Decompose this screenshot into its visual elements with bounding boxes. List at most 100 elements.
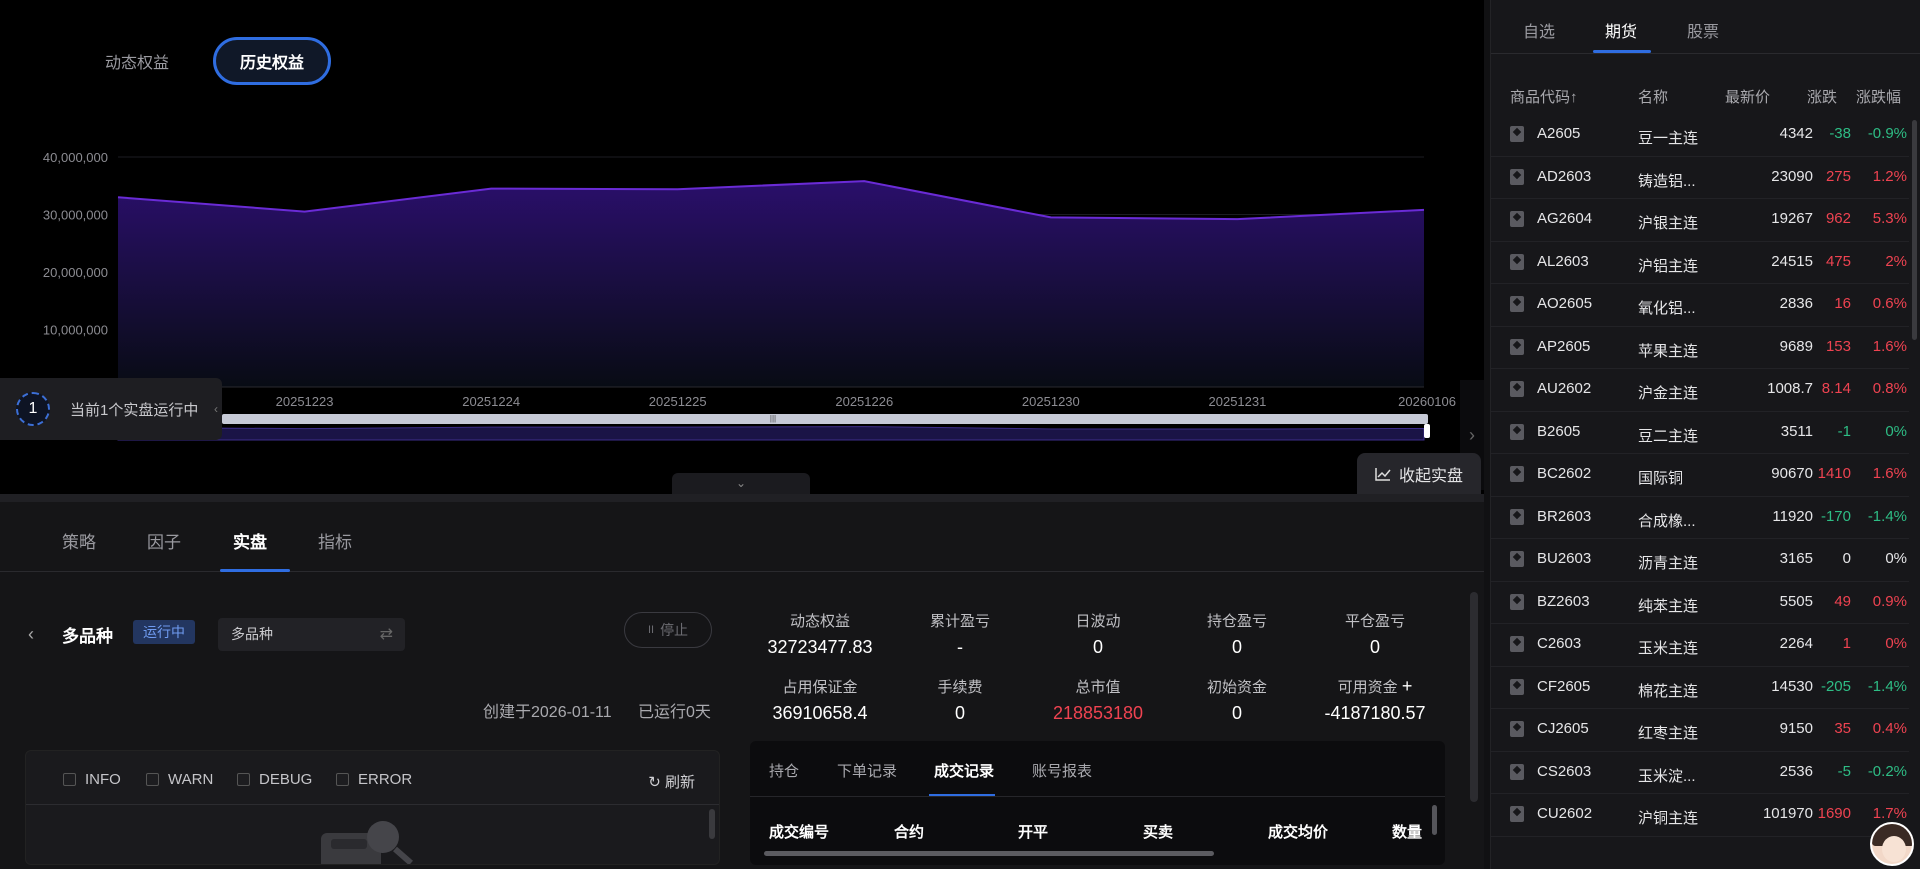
bottom-panel-scrollbar[interactable]: [1470, 592, 1478, 802]
bookmark-icon[interactable]: [1510, 466, 1524, 482]
tab-indicator[interactable]: 指标: [318, 528, 352, 553]
row-change: -1: [1837, 422, 1851, 440]
row-change: 49: [1834, 592, 1851, 610]
bookmark-icon[interactable]: [1510, 721, 1524, 737]
row-change: 1410: [1817, 465, 1851, 482]
metric-label: 占用保证金: [782, 679, 858, 696]
retract-live-button[interactable]: 收起实盘: [1357, 453, 1481, 494]
tab-strategy[interactable]: 策略: [62, 528, 96, 553]
bookmark-icon[interactable]: [1510, 678, 1524, 695]
filter-debug-label: DEBUG: [259, 771, 313, 788]
bookmark-icon[interactable]: [1510, 806, 1524, 822]
header-name[interactable]: 名称: [1638, 86, 1668, 107]
pause-icon: II: [647, 624, 655, 636]
metric-value: 218853180: [1052, 703, 1144, 723]
tab-orders[interactable]: 下单记录: [837, 760, 897, 781]
row-name: 玉米淀...: [1638, 767, 1696, 785]
list-item[interactable]: AD2603 铸造铝... 23090 275 1.2%: [1491, 157, 1909, 199]
stop-button[interactable]: II 停止: [624, 612, 712, 648]
zoom-slider-right-handle[interactable]: [1424, 424, 1430, 438]
tab-factor[interactable]: 因子: [147, 528, 181, 553]
tab-positions[interactable]: 持仓: [769, 760, 799, 781]
header-code[interactable]: 商品代码↑: [1510, 86, 1578, 107]
equity-chart-panel: 动态权益 历史权益 40,000,000 30,000,000 20,000,000…: [0, 0, 1484, 494]
metric-value: 0: [1231, 637, 1242, 657]
row-code: AU2602: [1537, 380, 1592, 397]
bookmark-icon[interactable]: [1510, 763, 1524, 780]
list-item[interactable]: AG2604 沪银主连 19267 962 5.3%: [1491, 199, 1909, 242]
bookmark-icon[interactable]: [1510, 211, 1524, 227]
row-change: 153: [1825, 337, 1851, 355]
list-item[interactable]: BZ2603 纯苯主连 5505 49 0.9%: [1491, 582, 1909, 624]
list-item[interactable]: CS2603 玉米淀... 2536 -5 -0.2%: [1491, 752, 1909, 794]
list-item[interactable]: BU2603 沥青主连 3165 0 0%: [1491, 539, 1909, 582]
refresh-button[interactable]: ↻ 刷新: [648, 771, 695, 792]
row-name: 国际铜: [1638, 470, 1684, 487]
back-chevron-icon[interactable]: ‹: [28, 624, 34, 645]
list-item[interactable]: CJ2605 红枣主连 9150 35 0.4%: [1491, 709, 1909, 752]
filter-info-checkbox[interactable]: INFO: [63, 771, 121, 788]
assistant-avatar[interactable]: [1870, 822, 1914, 866]
list-item[interactable]: CU2602 沪铜主连 101970 1690 1.7%: [1491, 794, 1909, 837]
strategy-selector[interactable]: 多品种 ⇄: [218, 618, 405, 651]
bookmark-icon[interactable]: [1510, 296, 1524, 312]
tab-account-report[interactable]: 账号报表: [1032, 760, 1092, 781]
tab-stocks[interactable]: 股票: [1687, 18, 1719, 42]
list-item[interactable]: B2605 豆二主连 3511 -1 0%: [1491, 412, 1909, 454]
row-change: 275: [1825, 167, 1851, 185]
list-item[interactable]: AO2605 氧化铝... 2836 16 0.6%: [1491, 284, 1909, 327]
header-change[interactable]: 涨跌: [1807, 86, 1837, 107]
zoom-slider-track[interactable]: [222, 414, 1428, 424]
row-change: 35: [1834, 720, 1851, 737]
row-code: BZ2603: [1537, 592, 1590, 610]
row-change-pct: 0%: [1885, 635, 1907, 652]
zoom-slider-grip-icon[interactable]: |||: [768, 414, 778, 424]
row-change: -205: [1820, 677, 1851, 695]
list-item[interactable]: CF2605 棉花主连 14530 -205 -1.4%: [1491, 667, 1909, 709]
row-change-pct: 1.6%: [1872, 337, 1907, 355]
tab-futures[interactable]: 期货: [1605, 18, 1637, 42]
bookmark-icon[interactable]: [1510, 508, 1524, 525]
tab-fills[interactable]: 成交记录: [934, 760, 994, 781]
watchlist-scrollbar[interactable]: [1912, 120, 1917, 340]
trade-vscrollbar[interactable]: [1432, 805, 1437, 835]
row-change: 8.14: [1821, 380, 1851, 397]
header-price[interactable]: 最新价: [1725, 86, 1770, 107]
bookmark-icon[interactable]: [1510, 126, 1524, 142]
metric-value: 0: [954, 703, 965, 723]
bookmark-icon[interactable]: [1510, 168, 1524, 185]
row-price: 2836: [1779, 295, 1813, 312]
bookmark-icon[interactable]: [1510, 593, 1524, 610]
list-item[interactable]: BR2603 合成橡... 11920 -170 -1.4%: [1491, 497, 1909, 539]
filter-error-checkbox[interactable]: ERROR: [336, 771, 412, 788]
list-item[interactable]: AU2602 沪金主连 1008.7 8.14 0.8%: [1491, 369, 1909, 412]
row-name: 沥青主连: [1638, 555, 1699, 572]
bookmark-icon[interactable]: [1510, 381, 1524, 397]
bookmark-icon[interactable]: [1510, 253, 1524, 270]
row-price: 24515: [1771, 252, 1813, 270]
list-item[interactable]: A2605 豆一主连 4342 -38 -0.9%: [1491, 114, 1909, 157]
bookmark-icon[interactable]: [1510, 636, 1524, 652]
list-item[interactable]: BC2602 国际铜 90670 1410 1.6%: [1491, 454, 1909, 497]
filter-debug-checkbox[interactable]: DEBUG: [237, 771, 312, 788]
bookmark-icon[interactable]: [1510, 338, 1524, 355]
bookmark-icon[interactable]: [1510, 423, 1524, 440]
header-change-pct[interactable]: 涨跌幅: [1856, 86, 1901, 107]
list-item[interactable]: C2603 玉米主连 2264 1 0%: [1491, 624, 1909, 667]
row-code: AL2603: [1537, 252, 1589, 270]
tab-favorites[interactable]: 自选: [1523, 18, 1555, 42]
list-item[interactable]: AL2603 沪铝主连 24515 475 2%: [1491, 242, 1909, 284]
collapse-chart-chevron-icon[interactable]: ⌄: [672, 473, 810, 494]
row-change-pct: -0.9%: [1867, 125, 1907, 142]
running-live-badge[interactable]: 1 当前1个实盘运行中 ‹: [0, 378, 222, 440]
add-capital-icon[interactable]: +: [1402, 676, 1413, 696]
checkbox-icon: [237, 773, 250, 786]
list-item[interactable]: AP2605 苹果主连 9689 153 1.6%: [1491, 327, 1909, 369]
log-scrollbar[interactable]: [709, 809, 715, 839]
row-code: BC2602: [1537, 465, 1592, 482]
bookmark-icon[interactable]: [1510, 551, 1524, 567]
filter-warn-checkbox[interactable]: WARN: [146, 771, 213, 788]
trade-hscrollbar[interactable]: [764, 851, 1214, 856]
row-price: 3511: [1780, 422, 1813, 440]
tab-live[interactable]: 实盘: [233, 528, 267, 553]
